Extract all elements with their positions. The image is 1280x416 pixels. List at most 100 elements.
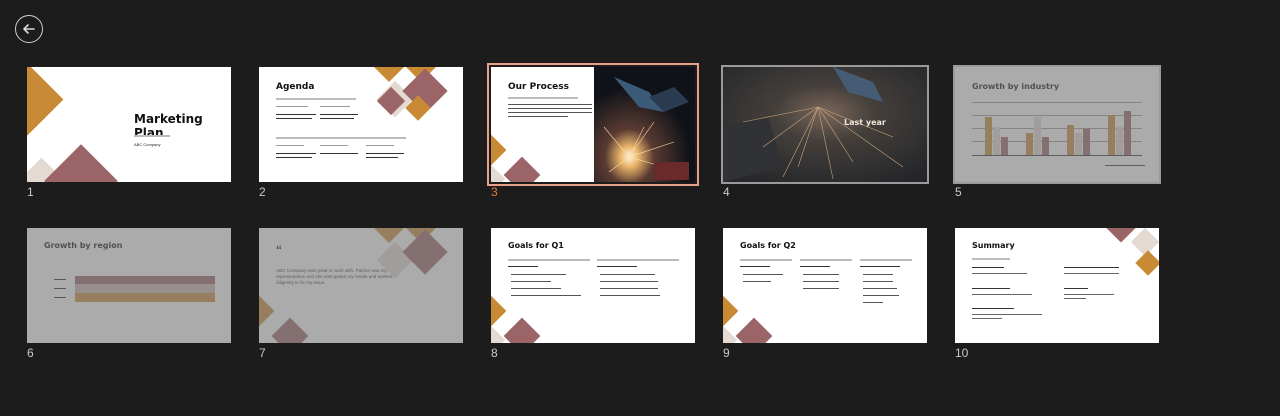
decor-shape xyxy=(503,156,541,182)
divider xyxy=(508,97,578,99)
row-label xyxy=(54,288,66,289)
divider xyxy=(860,259,912,261)
slide-thumbnail-10[interactable]: Summary xyxy=(955,228,1159,343)
chart-bar xyxy=(1042,137,1049,155)
text-line xyxy=(972,308,1014,309)
text-line xyxy=(803,274,839,275)
text-line xyxy=(863,281,893,282)
text-line xyxy=(860,266,900,267)
slide-thumbnail-3[interactable]: Our Process xyxy=(487,63,699,186)
text-line xyxy=(511,274,566,275)
slide-number: 7 xyxy=(259,346,266,360)
text-line xyxy=(508,266,538,267)
text-line xyxy=(863,288,897,289)
slide-thumbnail-9[interactable]: Goals for Q2 xyxy=(723,228,927,343)
text-line xyxy=(600,274,655,275)
text-line xyxy=(863,302,883,303)
slide-title: Goals for Q1 xyxy=(508,241,564,250)
text-line xyxy=(972,314,1042,315)
text-line xyxy=(508,108,592,109)
decor-shape xyxy=(723,292,739,330)
text-line xyxy=(1064,273,1119,274)
row-label xyxy=(54,297,66,298)
slide-thumbnail-7[interactable]: “ ABC Company was great to work with. Pa… xyxy=(259,228,463,343)
decor-shape xyxy=(44,144,118,182)
back-button[interactable] xyxy=(15,15,43,43)
quote-text: ABC Company was great to work with. Patr… xyxy=(276,268,393,286)
decor-shape xyxy=(372,228,406,243)
slide-title: Growth by region xyxy=(44,241,123,250)
slide-title: Goals for Q2 xyxy=(740,241,796,250)
text-line xyxy=(743,281,771,282)
text-line xyxy=(276,114,316,115)
text-line xyxy=(511,281,551,282)
text-line xyxy=(276,118,312,119)
chart-bar xyxy=(1067,125,1074,155)
divider xyxy=(508,259,590,261)
sparks-photo xyxy=(723,67,927,182)
divider xyxy=(276,98,356,100)
text-line xyxy=(320,118,354,119)
decor-shape xyxy=(723,325,738,343)
chart-bar xyxy=(993,127,1000,155)
chart-bar xyxy=(1034,117,1041,155)
divider xyxy=(740,259,792,261)
text-line xyxy=(276,145,304,146)
slide-thumbnail-5[interactable]: Growth by industry xyxy=(953,65,1161,184)
text-line xyxy=(276,106,308,107)
text-line xyxy=(863,274,893,275)
text-line xyxy=(972,294,1032,295)
text-line xyxy=(366,153,404,154)
decor-shape xyxy=(491,164,506,182)
chart-bar xyxy=(1075,133,1082,155)
decor-shape xyxy=(491,131,507,169)
text-line xyxy=(972,318,1002,319)
slide-thumbnail-1[interactable]: Marketing Plan ABC Company xyxy=(27,67,231,182)
text-line xyxy=(600,288,658,289)
divider xyxy=(276,137,406,139)
text-line xyxy=(1064,267,1119,268)
chart-bar xyxy=(1083,129,1090,155)
decor-shape xyxy=(491,325,506,343)
decor-shape xyxy=(491,292,507,330)
slide-number: 9 xyxy=(723,346,730,360)
chart-bar xyxy=(1001,137,1008,155)
decor-shape xyxy=(271,317,309,343)
text-line xyxy=(1064,294,1114,295)
slide-thumbnail-6[interactable]: Growth by region xyxy=(27,228,231,343)
slide-number: 4 xyxy=(723,185,730,199)
slide-thumbnail-4[interactable]: Last year xyxy=(721,65,929,184)
slide-subtitle: ABC Company xyxy=(134,142,161,147)
text-line xyxy=(597,266,637,267)
slide-number: 1 xyxy=(27,185,34,199)
text-line xyxy=(366,157,398,158)
text-line xyxy=(803,288,839,289)
quote-mark: “ xyxy=(276,243,282,257)
text-line xyxy=(320,145,348,146)
slide-thumbnail-8[interactable]: Goals for Q1 xyxy=(491,228,695,343)
text-line xyxy=(972,267,1004,268)
decor-shape xyxy=(1135,250,1159,276)
table-row xyxy=(75,293,215,302)
slide-number: 6 xyxy=(27,346,34,360)
decor-shape xyxy=(503,317,541,343)
text-line xyxy=(320,153,358,154)
text-line xyxy=(1064,298,1086,299)
slide-thumbnail-2[interactable]: Agenda xyxy=(259,67,463,182)
slide-number: 5 xyxy=(955,185,962,199)
welding-photo xyxy=(594,67,695,182)
text-line xyxy=(366,145,394,146)
text-line xyxy=(320,106,350,107)
text-line xyxy=(276,153,316,154)
text-line xyxy=(508,112,592,113)
grid-line xyxy=(972,102,1142,103)
slide-title: Growth by industry xyxy=(972,82,1060,91)
text-line xyxy=(320,114,358,115)
slide-number: 10 xyxy=(955,346,969,360)
text-line xyxy=(743,274,783,275)
text-line xyxy=(972,273,1027,274)
text-line xyxy=(276,157,312,158)
slide-number-active: 3 xyxy=(491,185,498,199)
grid-line xyxy=(972,115,1142,116)
divider xyxy=(134,135,170,137)
